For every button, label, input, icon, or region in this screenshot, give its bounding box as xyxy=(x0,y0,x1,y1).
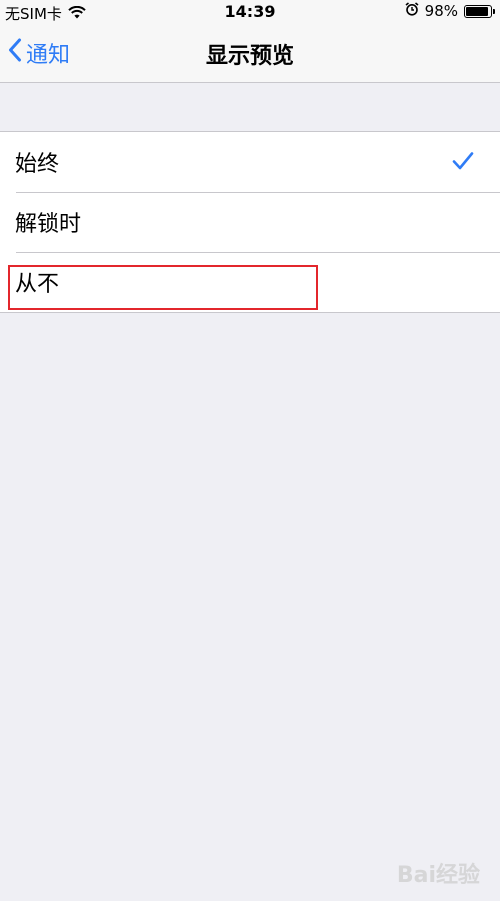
option-label: 始终 xyxy=(15,152,60,177)
alarm-icon xyxy=(405,2,419,20)
battery-icon xyxy=(464,4,495,18)
page-title: 显示预览 xyxy=(205,44,294,69)
nav-bar: 通知 显示预览 xyxy=(0,24,500,83)
battery-percent: 98% xyxy=(424,2,458,20)
status-right: 98% xyxy=(405,2,495,20)
option-always[interactable]: 始终 xyxy=(0,132,500,192)
option-label: 解锁时 xyxy=(15,212,82,237)
chevron-left-icon xyxy=(8,38,22,68)
status-bar: 无SIM卡 14:39 98% xyxy=(0,0,500,24)
watermark: Bai经验 xyxy=(396,863,480,888)
battery-fill xyxy=(466,6,488,16)
back-button[interactable]: 通知 xyxy=(8,37,70,69)
highlight-box xyxy=(8,265,318,310)
option-when-unlocked[interactable]: 解锁时 xyxy=(0,192,500,252)
checkmark-icon xyxy=(452,151,474,175)
back-label: 通知 xyxy=(26,43,71,68)
